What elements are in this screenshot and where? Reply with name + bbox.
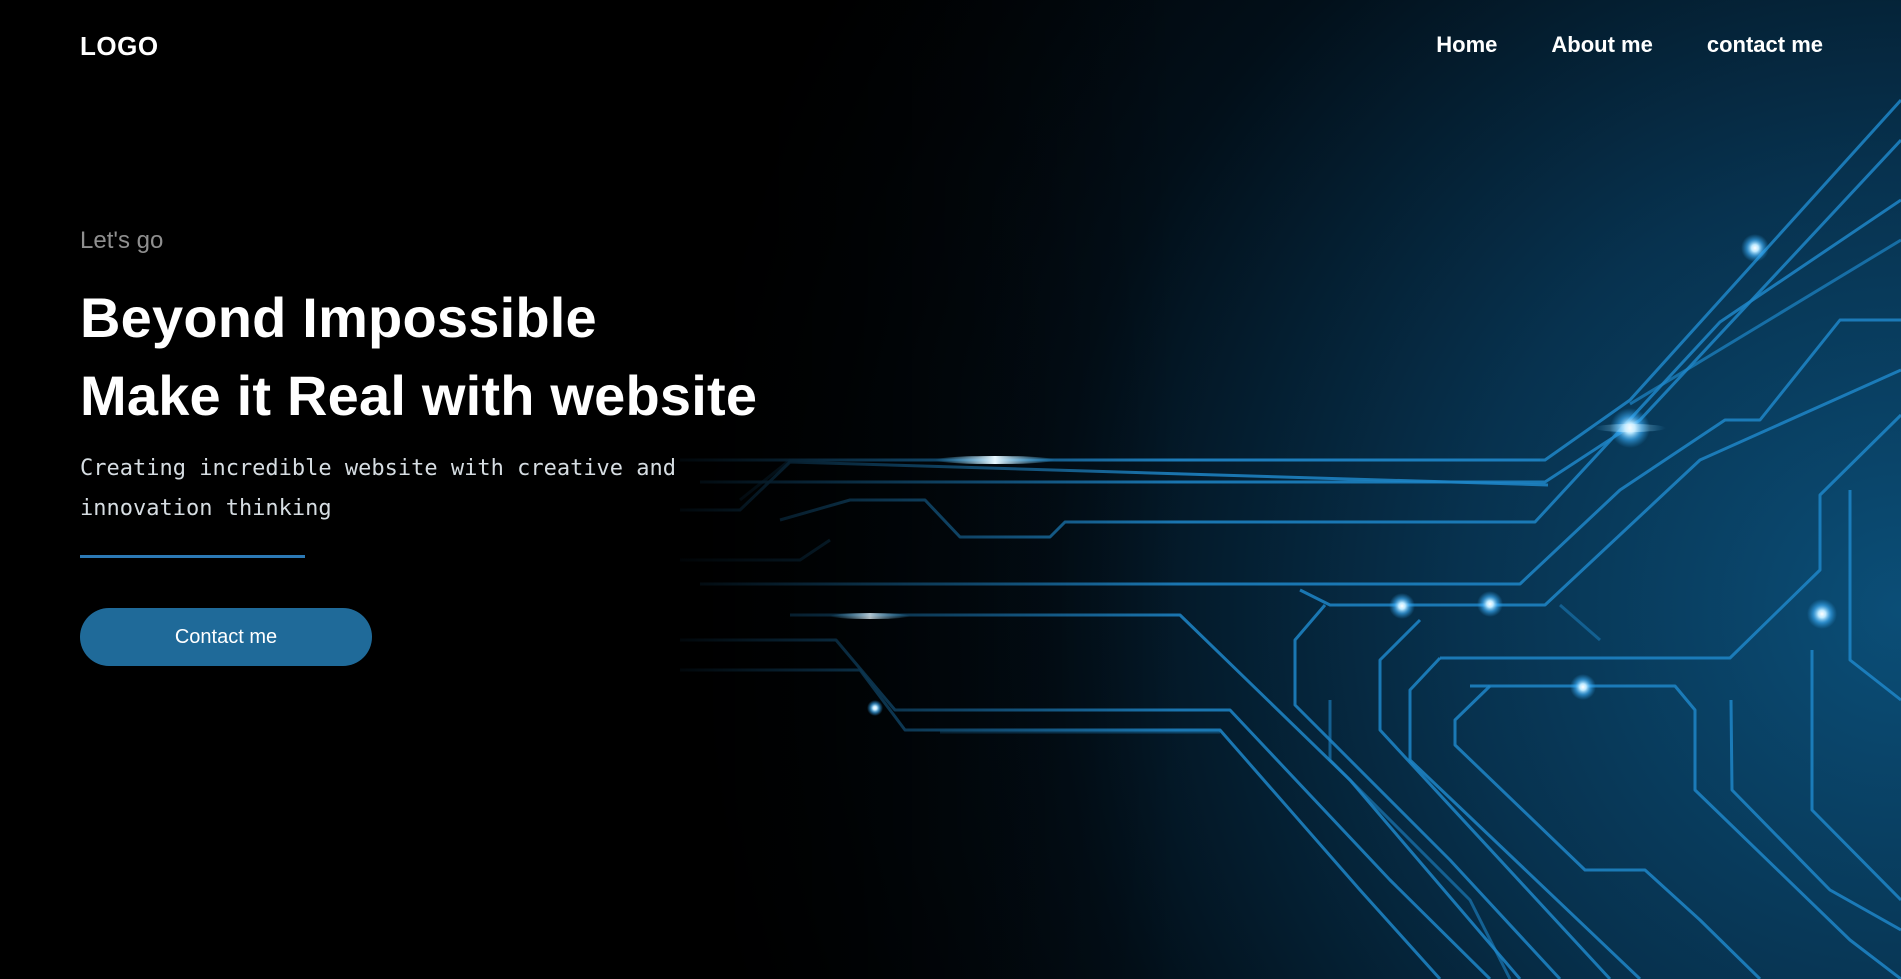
hero-headline-line-1: Beyond Impossible bbox=[80, 286, 597, 349]
hero-eyebrow: Let's go bbox=[80, 227, 164, 254]
contact-me-button[interactable]: Contact me bbox=[80, 608, 372, 666]
hero-section: Let's go Beyond Impossible Make it Real … bbox=[80, 226, 840, 666]
hero-subtext: Creating incredible website with creativ… bbox=[80, 456, 677, 521]
hero-headline: Beyond Impossible Make it Real with webs… bbox=[80, 279, 840, 435]
nav-link-about-me[interactable]: About me bbox=[1551, 32, 1652, 58]
nav-link-contact-me[interactable]: contact me bbox=[1707, 32, 1823, 58]
hero-divider bbox=[80, 555, 305, 558]
site-logo[interactable]: LOGO bbox=[80, 31, 159, 62]
top-navigation-bar: LOGO Home About me contact me bbox=[0, 0, 1901, 92]
main-nav: Home About me contact me bbox=[1436, 32, 1823, 58]
hero-headline-line-2: Make it Real with website bbox=[80, 364, 758, 427]
nav-link-home[interactable]: Home bbox=[1436, 32, 1497, 58]
